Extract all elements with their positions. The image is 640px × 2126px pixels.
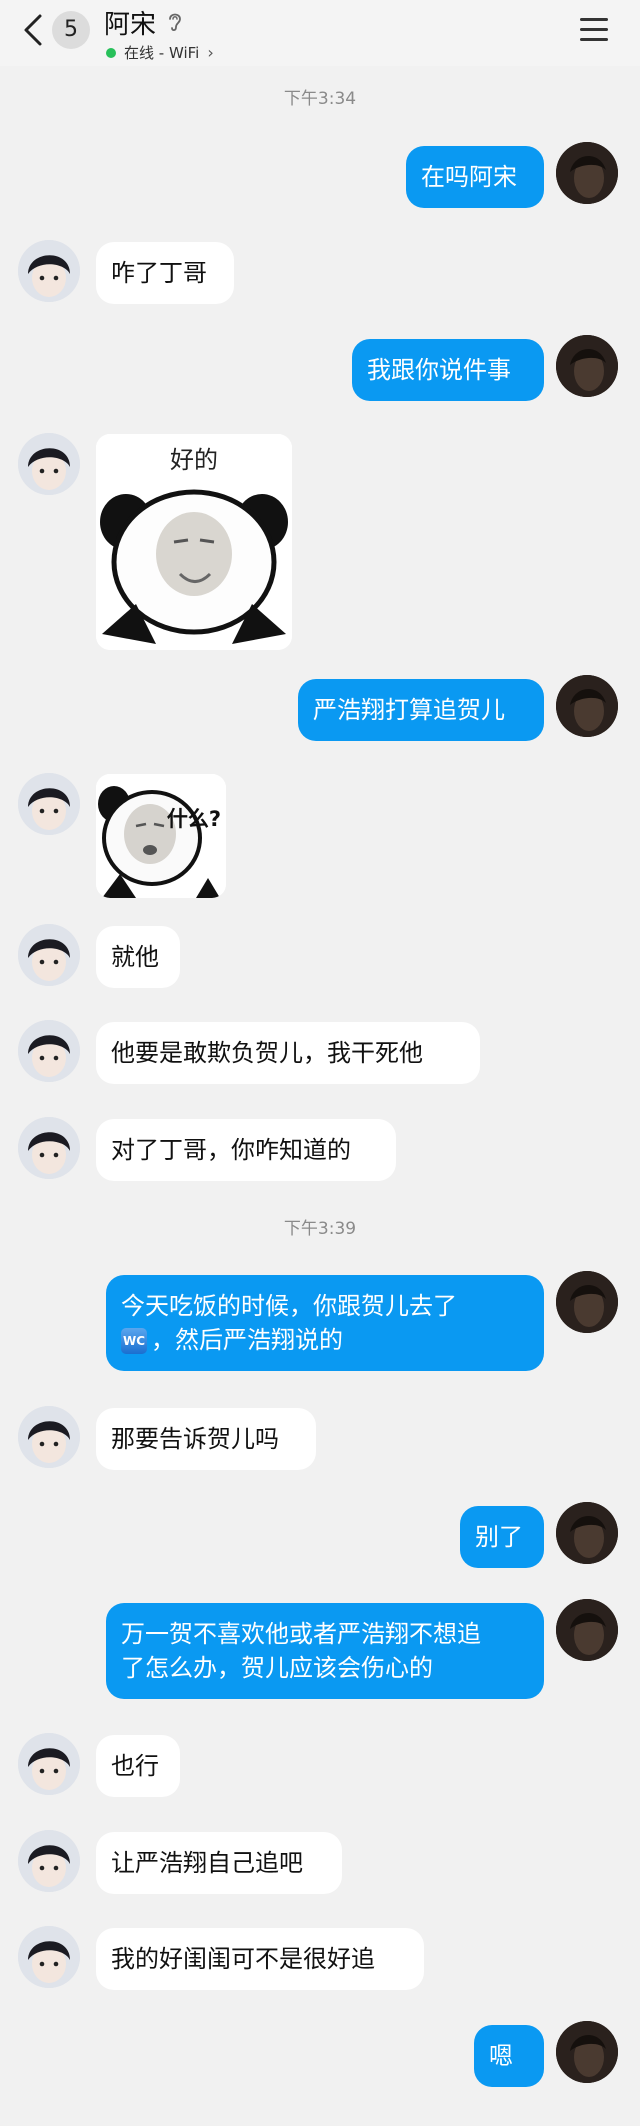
chat-header: 5 阿宋 在线 - WiFi › [0,0,640,66]
message-bubble[interactable]: 在吗阿宋 [406,146,544,208]
contact-avatar[interactable] [18,1020,80,1082]
message-bubble[interactable]: 我跟你说件事 [352,339,544,401]
contact-avatar[interactable] [18,1926,80,1988]
message-bubble[interactable]: 就他 [96,926,180,988]
sticker-image[interactable]: 好的 [96,434,292,650]
chevron-right-icon: › [207,43,214,62]
my-avatar[interactable] [556,142,618,204]
message-bubble[interactable]: 嗯 [474,2025,544,2087]
message-bubble[interactable]: 万一贺不喜欢他或者严浩翔不想追 了怎么办，贺儿应该会伤心的 [106,1603,544,1699]
timestamp: 下午3:39 [283,1219,357,1239]
timestamp: 下午3:34 [283,89,357,109]
contact-name[interactable]: 阿宋 [104,4,156,41]
my-avatar[interactable] [556,1599,618,1661]
message-bubble[interactable]: 今天吃饭的时候，你跟贺儿去了 WC ，然后严浩翔说的 [106,1275,544,1371]
message-bubble[interactable]: 对了丁哥，你咋知道的 [96,1119,396,1181]
message-bubble[interactable]: 也行 [96,1735,180,1797]
message-bubble[interactable]: 我的好闺闺可不是很好追 [96,1928,424,1990]
menu-icon[interactable] [580,18,608,42]
contact-avatar[interactable] [18,1117,80,1179]
sticker-caption: 什么? [167,807,221,831]
status-text: 在线 - WiFi [124,44,200,62]
contact-avatar[interactable] [18,1733,80,1795]
unread-count-badge[interactable]: 5 [52,11,90,49]
contact-avatar[interactable] [18,773,80,835]
message-line: 今天吃饭的时候，你跟贺儿去了 [121,1292,457,1320]
message-bubble[interactable]: 咋了丁哥 [96,242,234,304]
contact-avatar[interactable] [18,1830,80,1892]
sticker-image[interactable]: 什么? [96,774,226,898]
back-arrow-icon[interactable] [20,12,46,48]
my-avatar[interactable] [556,2021,618,2083]
message-line: WC ，然后严浩翔说的 [121,1326,343,1354]
message-bubble[interactable]: 别了 [460,1506,544,1568]
message-bubble[interactable]: 那要告诉贺儿吗 [96,1408,316,1470]
contact-avatar[interactable] [18,433,80,495]
message-line: 了怎么办，贺儿应该会伤心的 [121,1654,433,1682]
wc-emoji-icon: WC [121,1328,147,1354]
sticker-caption: 好的 [170,446,218,474]
contact-avatar[interactable] [18,1406,80,1468]
online-dot-icon [106,47,116,58]
ear-icon [169,13,181,32]
contact-avatar[interactable] [18,924,80,986]
message-bubble[interactable]: 严浩翔打算追贺儿 [298,679,544,741]
online-status[interactable]: 在线 - WiFi › [106,42,214,63]
my-avatar[interactable] [556,1502,618,1564]
message-bubble[interactable]: 让严浩翔自己追吧 [96,1832,342,1894]
message-bubble[interactable]: 他要是敢欺负贺儿，我干死他 [96,1022,480,1084]
my-avatar[interactable] [556,1271,618,1333]
contact-avatar[interactable] [18,240,80,302]
my-avatar[interactable] [556,335,618,397]
message-line: 万一贺不喜欢他或者严浩翔不想追 [121,1620,481,1648]
my-avatar[interactable] [556,675,618,737]
